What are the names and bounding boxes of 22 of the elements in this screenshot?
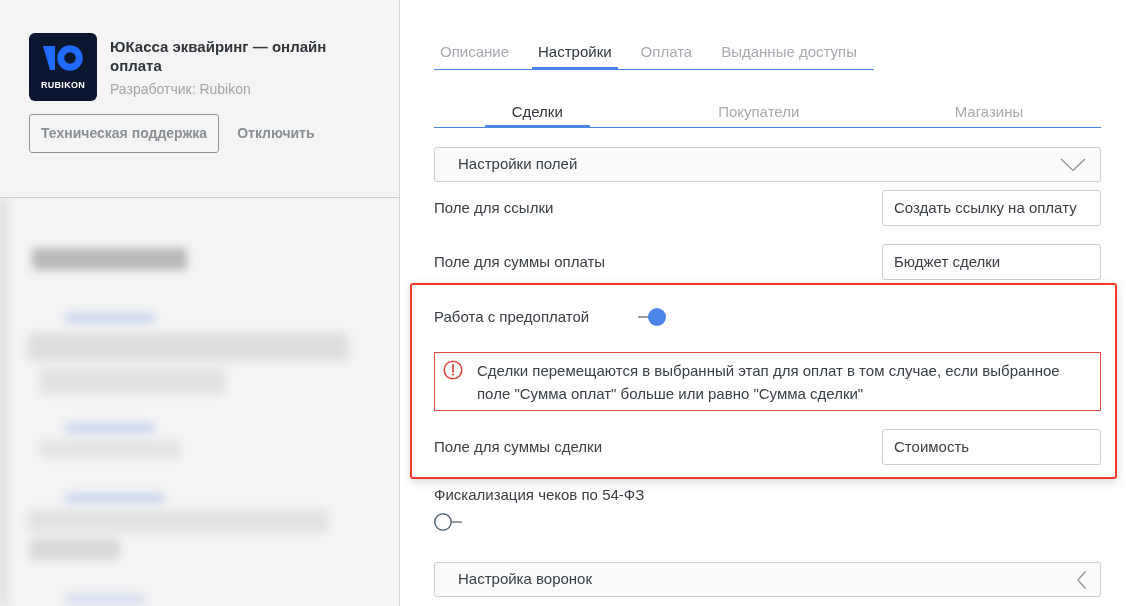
toggle-label: Фискализация чеков по 54-ФЗ [434,485,645,504]
warning-icon [443,360,463,380]
field-label: Поле для суммы сделки [434,436,603,457]
accordion-header[interactable]: Настройка воронок [434,562,1101,597]
subtab[interactable]: Сделки [484,102,590,128]
select-field[interactable]: Создать ссылку на оплату [882,190,1101,226]
app-title: ЮКасса эквайринг — онлайн оплата [110,37,328,75]
toggle-label: Работа с предоплатой [434,306,591,327]
accordion-title: Настройки полей [458,154,578,175]
field-label: Поле для суммы оплаты [434,251,606,272]
logo-mark-icon [43,45,83,71]
select-field[interactable]: Стоимость [882,429,1101,465]
select-field[interactable]: Бюджет сделки [882,244,1101,280]
accordion-title: Настройка воронок [458,569,593,590]
field-label: Поле для ссылки [434,197,554,218]
toggle-switch[interactable] [638,308,666,326]
accordion-header[interactable]: Настройки полей [434,147,1101,182]
developer-label: Разработчик: Rubikon [110,80,252,99]
warning-text: Сделки перемещаются в выбранный этап для оплат в том случае, если выбранное поле "Сумма оплат" больше или равно "Сумма сделки" [477,361,1061,404]
logo-text: RUBIKON [40,80,86,90]
toggle-switch[interactable] [434,513,462,531]
tab[interactable]: Настройки [532,42,618,70]
